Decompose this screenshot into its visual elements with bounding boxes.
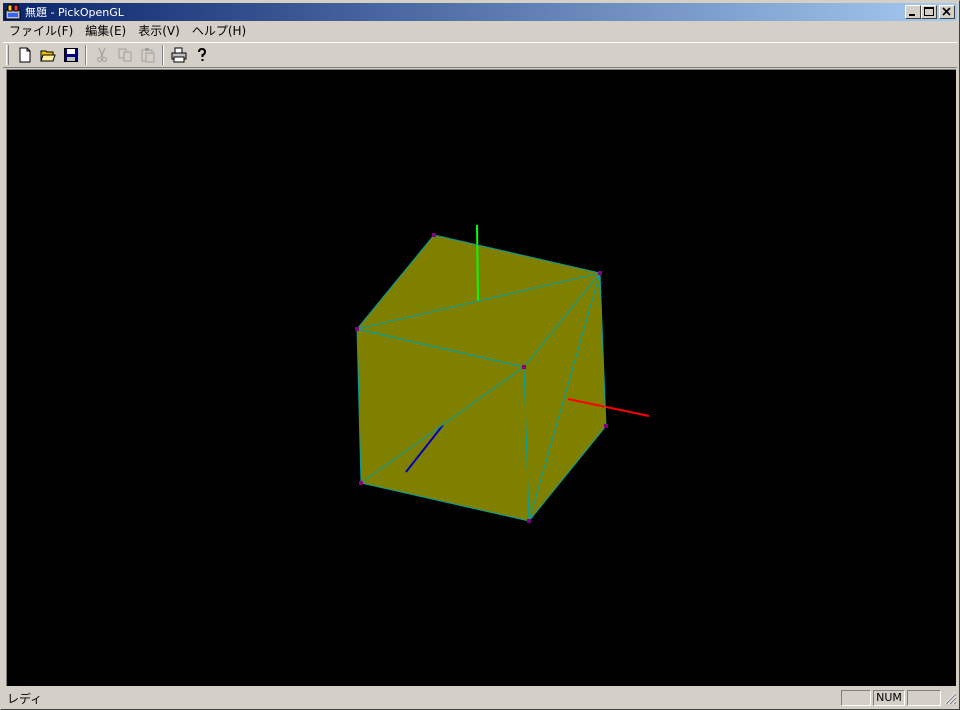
menu-view[interactable]: 表示(V) [132,23,186,40]
maximize-button[interactable] [921,5,937,19]
help-question-icon [197,47,206,61]
copy-icon [118,48,131,62]
print-icon [171,47,186,63]
app-window: 無題 - PickOpenGL ファイル(F) 編集(E) 表示(V) ヘルプ(… [0,0,960,710]
paste-icon [141,48,154,63]
minimize-button[interactable] [905,5,921,19]
scroll-indicator [907,690,941,706]
opengl-viewport[interactable] [6,69,956,686]
menu-bar: ファイル(F) 編集(E) 表示(V) ヘルプ(H) [3,22,957,41]
open-folder-icon [39,50,56,62]
window-controls [905,5,955,19]
save-disk-icon [63,48,78,62]
close-button[interactable] [939,5,955,19]
maximize-icon [924,7,934,16]
paste-button[interactable] [136,44,159,66]
close-icon [942,7,951,16]
save-button[interactable] [59,44,82,66]
toolbar [3,42,957,68]
opengl-scene [355,224,650,523]
num-indicator: NUM [873,690,905,706]
copy-button[interactable] [113,44,136,66]
cut-scissors-icon [96,47,107,62]
resize-grip-icon [944,692,957,705]
status-bar: レディ NUM [3,688,957,708]
resize-grip[interactable] [943,691,957,705]
new-file-icon [19,47,30,63]
menu-help[interactable]: ヘルプ(H) [186,23,252,40]
print-button[interactable] [167,44,190,66]
y-axis-line [476,224,479,302]
cut-button[interactable] [90,44,113,66]
title-bar[interactable]: 無題 - PickOpenGL [3,3,957,21]
open-button[interactable] [36,44,59,66]
caps-indicator [841,690,871,706]
window-title: 無題 - PickOpenGL [25,6,124,19]
toolbar-separator [162,45,164,65]
menu-edit[interactable]: 編集(E) [79,23,132,40]
about-button[interactable] [190,44,213,66]
toolbar-grip[interactable] [6,45,9,65]
minimize-icon [909,14,915,16]
toolbar-separator [85,45,87,65]
new-button[interactable] [13,44,36,66]
status-message: レディ [7,691,43,706]
menu-file[interactable]: ファイル(F) [3,23,79,40]
app-icon[interactable] [5,4,21,20]
